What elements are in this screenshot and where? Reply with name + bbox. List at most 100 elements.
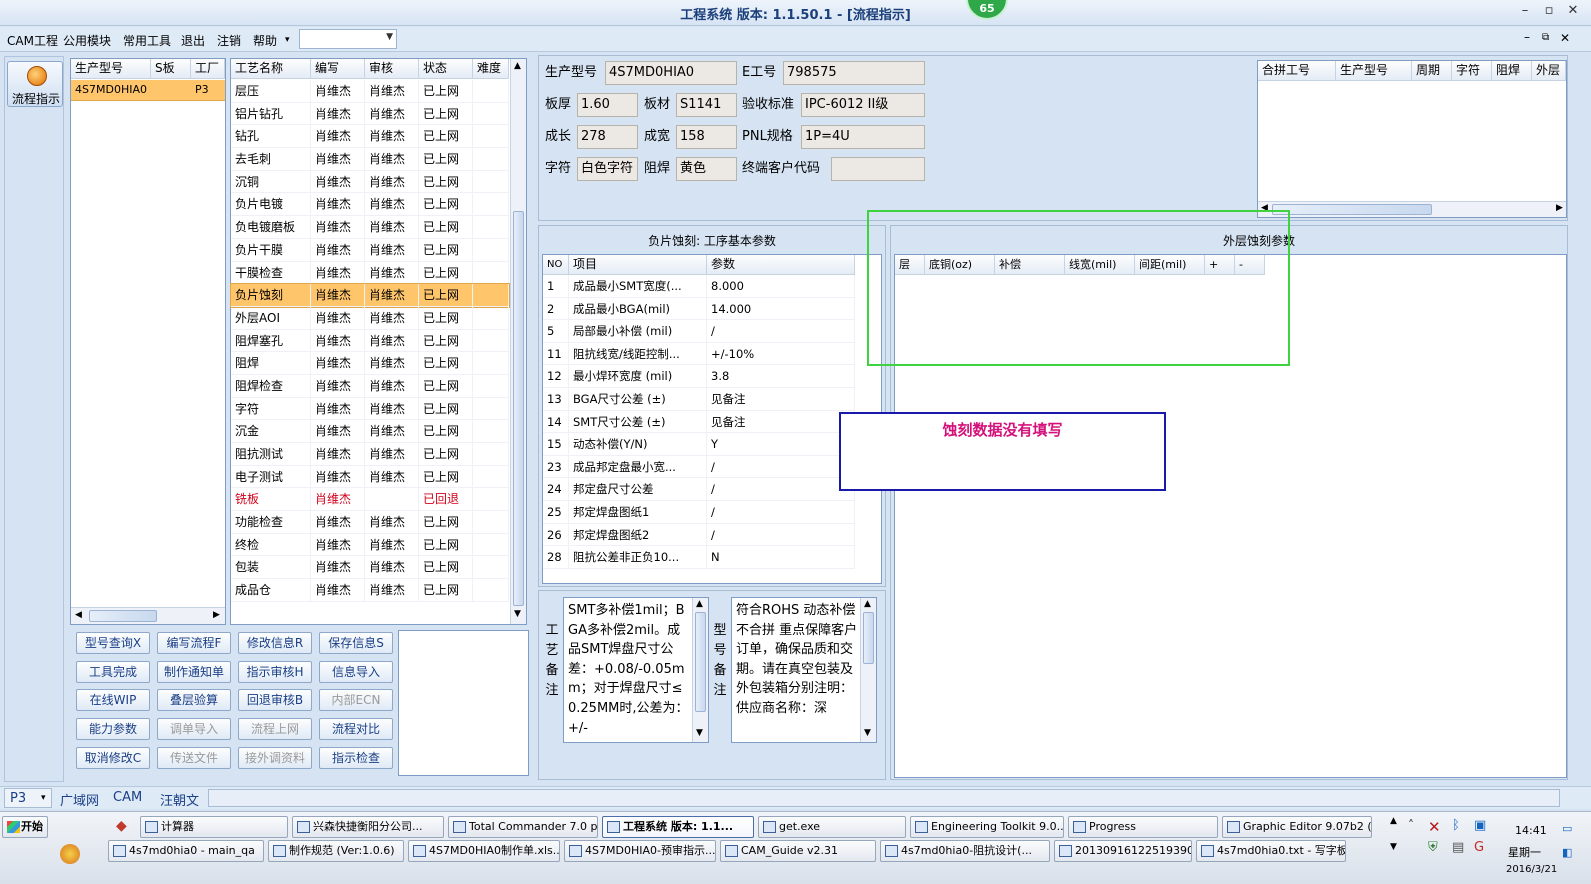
taskbar-button[interactable]: 制作规范 (Ver:1.0.6) (268, 840, 404, 862)
action-button-4-3[interactable]: 指示检查 (319, 746, 393, 769)
restore-button[interactable]: ▫ (1538, 3, 1560, 21)
param-row[interactable]: 11 阻抗线宽/线距控制... +/-10% (543, 342, 855, 366)
col-prod-model[interactable]: 生产型号 (71, 59, 151, 79)
action-button-4-2[interactable]: 接外调资料 (238, 746, 312, 769)
close-icon[interactable]: ✕ (1428, 818, 1441, 836)
scroll-left-icon[interactable]: ◀ (1261, 203, 1268, 213)
col-status[interactable]: 状态 (419, 59, 473, 79)
param-row[interactable]: 1 成品最小SMT宽度(... 8.000 (543, 275, 855, 298)
scroll-thumb[interactable] (513, 211, 524, 606)
action-button-2-3[interactable]: 内部ECN (319, 689, 393, 712)
bluetooth-icon[interactable]: ᛒ (1452, 818, 1460, 833)
process-row[interactable]: 沉金 肖维杰 肖维杰 已上网 (231, 420, 509, 443)
process-row[interactable]: 终检 肖维杰 肖维杰 已上网 (231, 533, 509, 557)
process-row[interactable]: 负片电镀 肖维杰 肖维杰 已上网 (231, 193, 509, 217)
mdi-restore-button[interactable]: ⧉ (1542, 32, 1549, 43)
network-icon[interactable]: ▣ (1474, 818, 1486, 833)
prod-model-field[interactable]: 4S7MD0HIA0 (605, 61, 737, 85)
taskbar-button[interactable]: 4s7md0hia0-阻抗设计(... (880, 840, 1050, 862)
process-row[interactable]: 铣板 肖维杰 已回退 (231, 488, 509, 512)
scroll-up-icon[interactable]: ▲ (864, 599, 871, 609)
process-remark-scrollbar[interactable]: ▲ ▼ (692, 598, 708, 742)
process-row[interactable]: 沉铜 肖维杰 肖维杰 已上网 (231, 170, 509, 194)
char-field[interactable]: 白色字符 (577, 157, 638, 181)
g-app-icon[interactable]: G (1474, 840, 1484, 855)
action-button-3-3[interactable]: 流程对比 (319, 718, 393, 741)
process-row[interactable]: 层压 肖维杰 肖维杰 已上网 (231, 80, 509, 103)
scroll-down-icon[interactable]: ▼ (864, 728, 871, 738)
combine-hscrollbar[interactable]: ◀ ▶ (1258, 201, 1566, 217)
taskbar-button[interactable]: 计算器 (140, 816, 288, 838)
combine-col-2[interactable]: 周期 (1412, 61, 1452, 81)
param-row[interactable]: 28 阻抗公差非正负10... N (543, 546, 855, 569)
etch-col-2[interactable]: 补偿 (995, 255, 1065, 275)
status-tab-cam[interactable]: CAM (113, 790, 142, 805)
scroll-up-icon[interactable]: ▲ (514, 61, 521, 71)
param-row[interactable]: 26 邦定焊盘图纸2/ (543, 523, 855, 547)
thickness-field[interactable]: 1.60 (577, 93, 638, 117)
mask-field[interactable]: 黄色 (676, 157, 737, 181)
action-button-2-1[interactable]: 叠层验算 (157, 689, 231, 712)
process-row[interactable]: 字符 肖维杰 肖维杰 已上网 (231, 397, 509, 421)
flow-instruction-button[interactable]: 流程指示 (7, 61, 63, 107)
menu-help[interactable]: 帮助 (253, 32, 277, 49)
process-row[interactable]: 阻焊塞孔 肖维杰 肖维杰 已上网 (231, 329, 509, 353)
taskbar-button[interactable]: 兴森快捷衡阳分公司... (292, 816, 444, 838)
scroll-right-icon[interactable]: ▶ (213, 610, 220, 620)
process-vscrollbar[interactable]: ▲ ▼ (510, 59, 526, 624)
tray-expand-icon[interactable]: ˄ (1408, 818, 1414, 832)
param-row[interactable]: 2 成品最小BGA(mil) 14.000 (543, 297, 855, 321)
process-row[interactable]: 电子测试 肖维杰 肖维杰 已上网 (231, 465, 509, 489)
e-no-field[interactable]: 798575 (783, 61, 925, 85)
taskbar-button[interactable]: Progress (1068, 816, 1218, 838)
tray-speaker-icon[interactable]: ◧ (1562, 846, 1572, 859)
taskbar-button[interactable]: Graphic Editor 9.07b2 (... (1222, 816, 1372, 838)
etch-col-4[interactable]: 间距(mil) (1135, 255, 1205, 275)
process-row[interactable]: 成品仓 肖维杰 肖维杰 已上网 (231, 579, 509, 602)
scroll-left-icon[interactable]: ◀ (75, 610, 82, 620)
process-row[interactable]: 钻孔 肖维杰 肖维杰 已上网 (231, 125, 509, 149)
width-field[interactable]: 158 (676, 125, 737, 149)
material-field[interactable]: S1141 (676, 93, 737, 117)
scroll-down-icon[interactable]: ▼ (1390, 842, 1397, 852)
taskbar-button[interactable]: 工程系统 版本: 1.1... (602, 816, 754, 838)
taskbar-button[interactable]: 4S7MD0HIA0制作单.xls... (408, 840, 560, 862)
menu-tools[interactable]: 常用工具 (123, 32, 171, 49)
action-button-4-1[interactable]: 传送文件 (157, 746, 231, 769)
col-factory[interactable]: 工厂 (191, 59, 225, 79)
process-remark-box[interactable]: SMT多补偿1mil；BGA多补偿2mil。成品SMT焊盘尺寸公差：+0.08/… (563, 597, 709, 743)
param-row[interactable]: 15 动态补偿(Y/N) Y (543, 433, 855, 456)
scroll-up-icon[interactable]: ▲ (1390, 816, 1397, 826)
action-button-3-0[interactable]: 能力参数 (76, 718, 150, 741)
menu-common-module[interactable]: 公用模块 (63, 32, 111, 49)
tray-app-icon[interactable] (60, 844, 80, 864)
taskbar-button[interactable]: get.exe (758, 816, 906, 838)
factory-combo[interactable]: P3 ▾ (4, 788, 52, 808)
taskbar-button[interactable]: 20130916122519390.rtf... (1054, 840, 1192, 862)
taskbar-button[interactable]: Total Commander 7.0 p... (448, 816, 598, 838)
col-item[interactable]: 项目 (569, 255, 707, 275)
process-row[interactable]: 铝片钻孔 肖维杰 肖维杰 已上网 (231, 102, 509, 126)
menu-cam[interactable]: CAM工程 (7, 32, 58, 49)
model-remark-scrollbar[interactable]: ▲ ▼ (860, 598, 876, 742)
etch-col-0[interactable]: 层 (895, 255, 925, 275)
scroll-thumb[interactable] (863, 612, 874, 664)
etch-col-5[interactable]: + (1205, 255, 1235, 275)
action-button-3-1[interactable]: 调单导入 (157, 718, 231, 741)
taskbar-button[interactable]: 4s7md0hia0 - main_qa (108, 840, 264, 862)
param-row[interactable]: 14 SMT尺寸公差 (±) 见备注 (543, 410, 855, 434)
status-tab-user[interactable]: 汪朝文 (160, 790, 199, 809)
process-row[interactable]: 干膜检查 肖维杰 肖维杰 已上网 (231, 261, 509, 285)
model-remark-box[interactable]: 符合ROHS 动态补偿不合拼 重点保障客户订单，确保品质和交期。请在真空包装及外… (731, 597, 877, 743)
action-button-0-3[interactable]: 保存信息S (319, 632, 393, 654)
model-list-hscrollbar[interactable]: ◀ ▶ (71, 607, 225, 624)
scroll-up-icon[interactable]: ▲ (696, 599, 703, 609)
mdi-minimize-button[interactable]: – (1524, 30, 1530, 44)
action-button-0-1[interactable]: 编写流程F (157, 632, 231, 654)
action-button-0-2[interactable]: 修改信息R (238, 632, 312, 654)
col-difficulty[interactable]: 难度 (473, 59, 509, 79)
action-button-4-0[interactable]: 取消修改C (76, 746, 150, 769)
combine-col-3[interactable]: 字符 (1452, 61, 1492, 81)
combine-col-4[interactable]: 阻焊 (1492, 61, 1532, 81)
taskbar-button[interactable]: 4s7md0hia0.txt - 写字板 (1196, 840, 1346, 862)
